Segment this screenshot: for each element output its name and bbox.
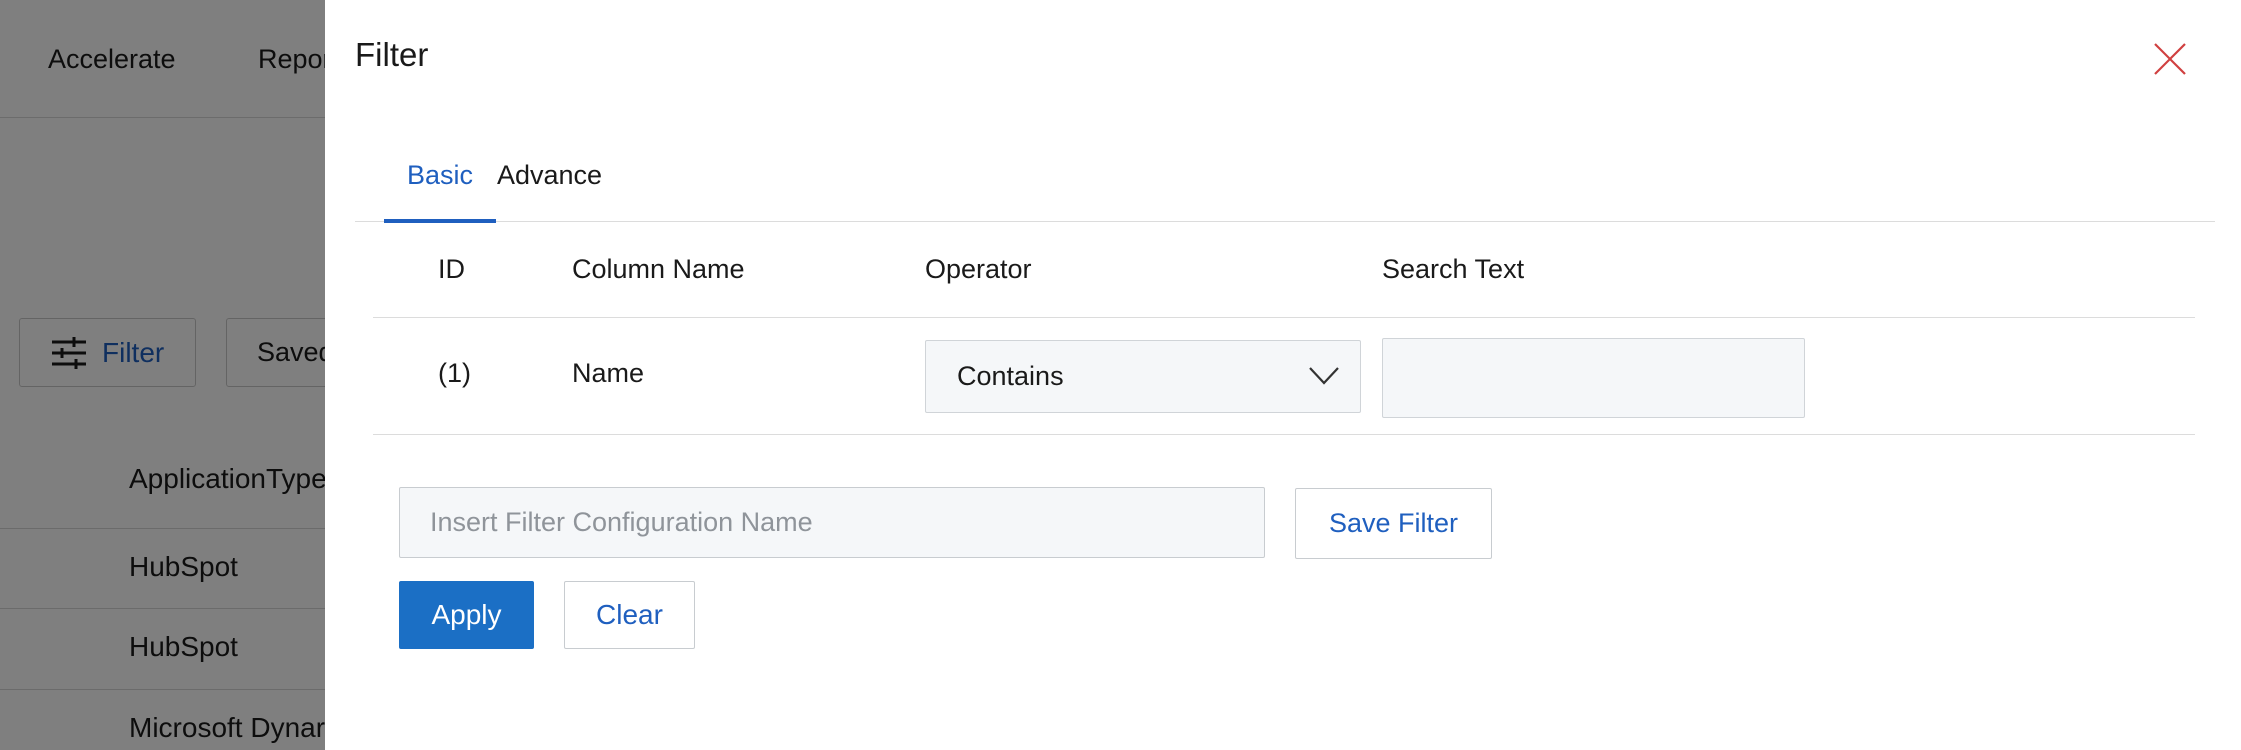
chevron-down-icon <box>1309 367 1339 385</box>
header-column-name: Column Name <box>572 254 745 284</box>
tab-advance[interactable]: Advance <box>497 160 602 222</box>
apply-button[interactable]: Apply <box>399 581 534 649</box>
header-id: ID <box>438 254 465 284</box>
header-search-text: Search Text <box>1382 254 1525 284</box>
operator-selected-value: Contains <box>957 361 1064 391</box>
search-text-input[interactable] <box>1382 338 1805 418</box>
close-button[interactable] <box>2153 42 2187 76</box>
filter-config-name-input[interactable] <box>399 487 1265 558</box>
clear-button[interactable]: Clear <box>564 581 695 649</box>
filter-row-column-name: Name <box>572 358 645 388</box>
tab-basic[interactable]: Basic <box>383 160 497 223</box>
filter-row: (1) Name Contains <box>373 318 2195 435</box>
filter-table-header: ID Column Name Operator Search Text <box>373 222 2195 318</box>
filter-row-id: (1) <box>438 358 471 388</box>
operator-select[interactable]: Contains <box>925 340 1361 413</box>
filter-panel: Filter Basic Advance ID Column Name Oper… <box>325 0 2241 750</box>
panel-title: Filter <box>355 36 429 73</box>
filter-table: ID Column Name Operator Search Text (1) … <box>373 222 2195 435</box>
save-filter-button[interactable]: Save Filter <box>1295 488 1492 559</box>
header-operator: Operator <box>925 254 1032 284</box>
close-icon <box>2154 43 2186 75</box>
filter-tabs: Basic Advance <box>355 140 2215 223</box>
